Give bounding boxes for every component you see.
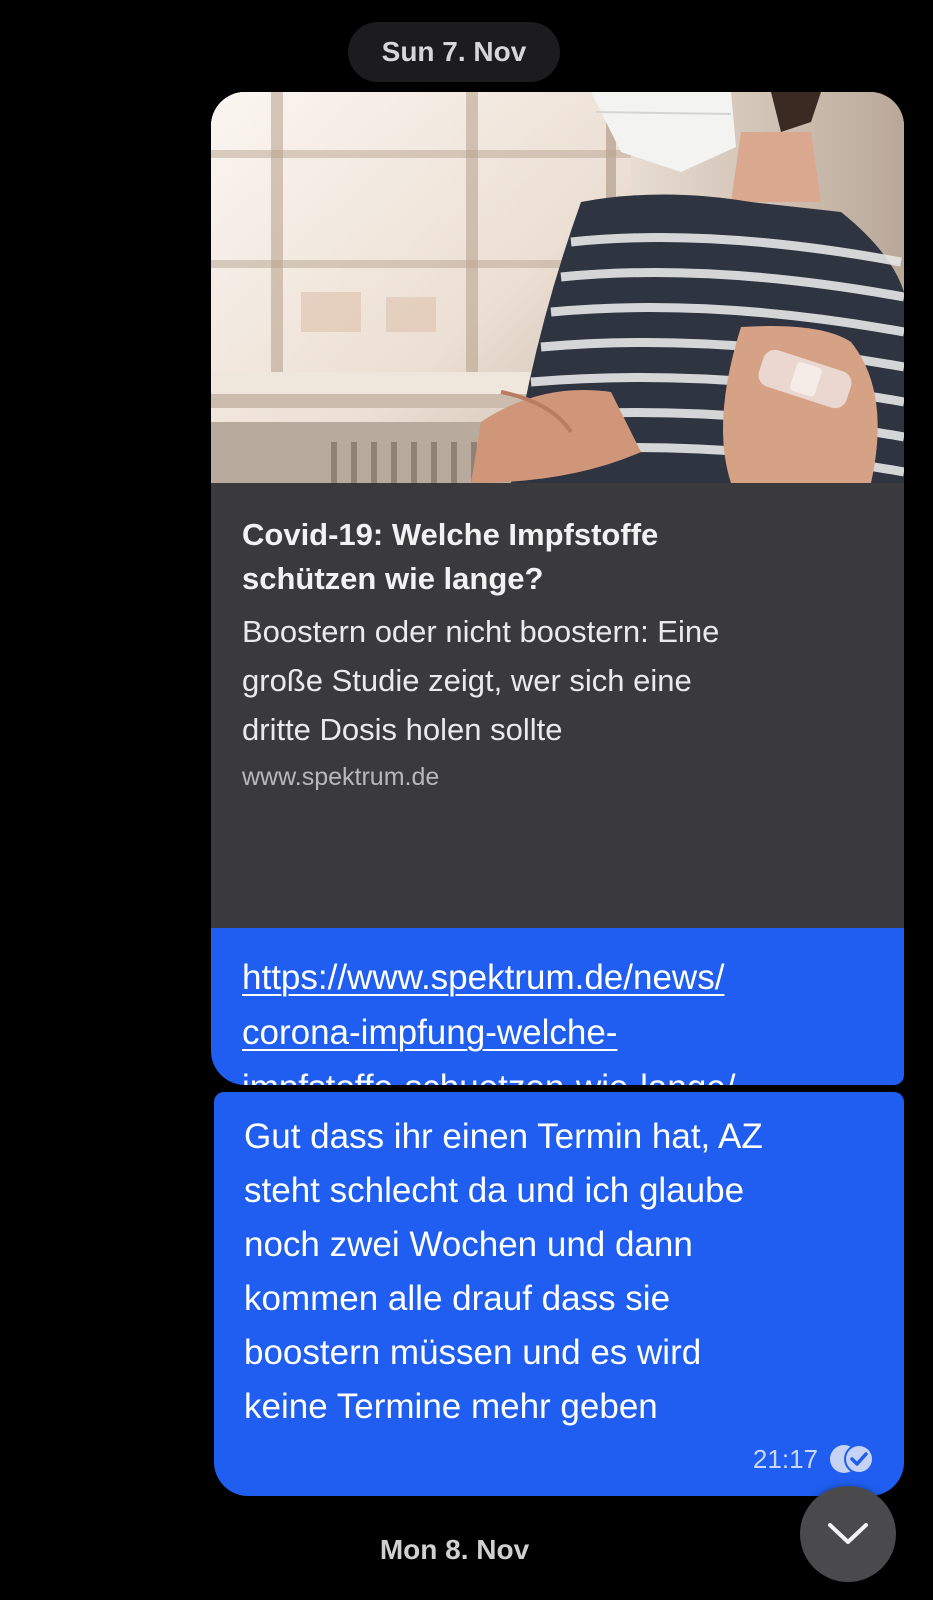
message-line: noch zwei Wochen und dann	[244, 1225, 693, 1264]
preview-title-line: schützen wie lange?	[242, 561, 544, 596]
preview-description-line: Boostern oder nicht boostern: Eine	[242, 614, 720, 649]
date-separator-top: Sun 7. Nov	[348, 22, 560, 82]
preview-description-line: dritte Dosis holen sollte	[242, 712, 563, 747]
link-line: impfstoffe-schuetzen-wie-lange/	[242, 1060, 882, 1085]
link-line: https://www.spektrum.de/news/	[242, 958, 725, 997]
preview-description: Boostern oder nicht boostern: Eine große…	[242, 607, 862, 754]
date-label: Sun 7. Nov	[381, 36, 527, 67]
message-line: kommen alle drauf dass sie	[244, 1279, 671, 1318]
date-separator-bottom: Mon 8. Nov	[300, 1534, 609, 1566]
link-preview-details[interactable]: Covid-19: Welche Impfstoffe schützen wie…	[211, 483, 904, 928]
preview-description-line: große Studie zeigt, wer sich eine	[242, 663, 692, 698]
url-text-area: https://www.spektrum.de/news/ corona-imp…	[211, 928, 904, 1085]
message-link[interactable]: https://www.spektrum.de/news/ corona-imp…	[242, 950, 882, 1085]
double-check-read-icon	[830, 1444, 874, 1474]
message-text: Gut dass ihr einen Termin hat, AZ steht …	[244, 1110, 884, 1434]
message-timestamp: 21:17	[752, 1444, 818, 1474]
message-line: steht schlecht da und ich glaube	[244, 1171, 745, 1210]
message-line: Gut dass ihr einen Termin hat, AZ	[244, 1117, 763, 1156]
chevron-down-icon	[828, 1523, 868, 1544]
preview-domain: www.spektrum.de	[242, 763, 440, 791]
link-message-bubble[interactable]: Covid-19: Welche Impfstoffe schützen wie…	[211, 92, 904, 1085]
preview-title-line: Covid-19: Welche Impfstoffe	[242, 517, 659, 552]
preview-title: Covid-19: Welche Impfstoffe schützen wie…	[242, 513, 862, 601]
message-line: keine Termine mehr geben	[244, 1387, 658, 1426]
message-line: boostern müssen und es wird	[244, 1333, 702, 1372]
scroll-to-bottom-button[interactable]	[800, 1486, 896, 1582]
preview-image[interactable]	[211, 92, 904, 483]
link-line: corona-impfung-welche-	[242, 1013, 618, 1052]
text-message-bubble[interactable]: Gut dass ihr einen Termin hat, AZ steht …	[214, 1092, 904, 1496]
date-label: Mon 8. Nov	[379, 1534, 530, 1565]
